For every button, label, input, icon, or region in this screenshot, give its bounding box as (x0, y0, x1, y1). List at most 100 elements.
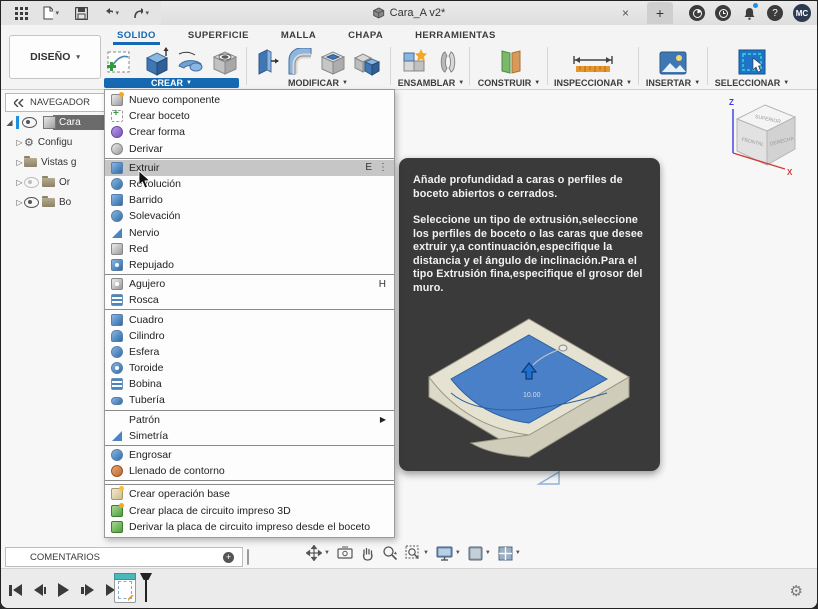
redo-icon[interactable]: ▾ (133, 5, 149, 21)
insert-image-icon[interactable] (658, 50, 688, 76)
collapsed-twisty-icon[interactable]: ▷ (15, 158, 24, 167)
viewports-button[interactable]: ▼ (498, 546, 521, 561)
go-to-start-button[interactable] (9, 584, 22, 596)
tree-row-root[interactable]: ◢ Cara (5, 115, 106, 130)
construction-plane-icon[interactable] (494, 48, 524, 76)
revolve-icon[interactable] (175, 50, 205, 76)
construir-dropdown[interactable]: CONSTRUIR ▼ (478, 78, 540, 88)
combine-icon[interactable] (353, 50, 381, 76)
seleccionar-dropdown[interactable]: SELECCIONAR ▼ (715, 78, 789, 88)
menu-item-repujado[interactable]: Repujado (105, 257, 394, 273)
display-caret-icon: ▼ (454, 550, 461, 556)
undo-icon[interactable]: ▾ (103, 5, 119, 21)
modificar-dropdown[interactable]: MODIFICAR ▼ (288, 78, 348, 88)
help-icon[interactable]: ? (767, 5, 783, 21)
menu-item-engrosar[interactable]: Engrosar (105, 447, 394, 463)
new-component-icon[interactable] (401, 48, 429, 76)
menu-item-red[interactable]: Red (105, 241, 394, 257)
menu-item-tuberia[interactable]: Tubería (105, 392, 394, 408)
visibility-eye-off-icon[interactable] (24, 177, 39, 188)
menu-item-derivar-placa[interactable]: Derivar la placa de circuito impreso des… (105, 519, 394, 535)
kebab-menu-icon[interactable]: ⋮ (378, 162, 388, 173)
menu-item-agujero[interactable]: Agujero H (105, 276, 394, 292)
menu-item-cilindro[interactable]: Cilindro (105, 328, 394, 344)
play-button[interactable] (58, 583, 69, 597)
comments-panel[interactable]: COMENTARIOS + (5, 547, 243, 567)
extensions-icon[interactable] (689, 5, 705, 21)
new-tab-button[interactable]: + (647, 2, 673, 24)
tab-malla[interactable]: MALLA (265, 25, 332, 45)
document-tab[interactable]: Cara_A v2* (373, 7, 445, 19)
fit-button[interactable]: ▼ (405, 545, 429, 561)
menu-item-simetria[interactable]: Simetría (105, 428, 394, 444)
menu-item-nuevo-componente[interactable]: Nuevo componente (105, 92, 394, 108)
joint-icon[interactable] (435, 48, 461, 76)
close-tab-icon[interactable]: × (622, 6, 629, 20)
menu-item-crear-operacion-base[interactable]: Crear operación base (105, 486, 394, 502)
menu-item-derivar[interactable]: Derivar (105, 141, 394, 157)
menu-item-esfera[interactable]: Esfera (105, 344, 394, 360)
job-status-clock-icon[interactable] (715, 5, 731, 21)
grid-settings-button[interactable]: ▼ (468, 546, 491, 561)
select-icon[interactable] (737, 48, 767, 76)
menu-item-llenado-de-contorno[interactable]: Llenado de contorno (105, 463, 394, 479)
collapsed-twisty-icon[interactable]: ▷ (15, 138, 24, 147)
fillet-icon[interactable] (285, 48, 313, 76)
collapsed-twisty-icon[interactable]: ▷ (15, 178, 24, 187)
inspeccionar-dropdown[interactable]: INSPECCIONAR ▼ (554, 78, 632, 88)
visibility-eye-icon[interactable] (24, 197, 39, 208)
menu-item-crear-forma[interactable]: Crear forma (105, 124, 394, 140)
step-back-button[interactable] (33, 584, 46, 596)
tree-row-vistas[interactable]: ▷ Vistas g (5, 155, 105, 170)
menu-item-bobina[interactable]: Bobina (105, 376, 394, 392)
tree-row-bocetos[interactable]: ▷ Bo (5, 195, 105, 210)
tree-row-origen[interactable]: ▷ Or (5, 175, 105, 190)
measure-icon[interactable] (570, 52, 616, 76)
comments-scrollbar[interactable] (247, 549, 249, 565)
tab-herramientas[interactable]: HERRAMIENTAS (399, 25, 512, 45)
file-menu-icon[interactable]: ▾ (43, 5, 59, 21)
workspace-switcher[interactable]: DISEÑO ▾ (9, 35, 101, 79)
hole-icon[interactable] (211, 48, 239, 76)
insertar-dropdown[interactable]: INSERTAR ▼ (646, 78, 700, 88)
tab-chapa[interactable]: CHAPA (332, 25, 399, 45)
menu-item-solevacion[interactable]: Solevación (105, 208, 394, 224)
zoom-button[interactable] (382, 545, 398, 561)
timeline-position-marker[interactable] (140, 573, 152, 602)
visibility-eye-icon[interactable] (22, 117, 37, 128)
ensamblar-dropdown[interactable]: ENSAMBLAR ▼ (398, 78, 464, 88)
timeline-settings-gear-icon[interactable]: ⚙ (790, 582, 803, 600)
display-settings-button[interactable]: ▼ (436, 546, 461, 561)
menu-item-nervio[interactable]: Nervio (105, 225, 394, 241)
crear-dropdown[interactable]: CREAR ▼ (104, 78, 239, 88)
pan-button[interactable] (360, 546, 375, 561)
menu-item-cuadro[interactable]: Cuadro (105, 311, 394, 327)
tree-row-config[interactable]: ▷ ⚙ Configu (5, 135, 105, 150)
menu-item-crear-placa-3d[interactable]: Crear placa de circuito impreso 3D (105, 502, 394, 519)
menu-item-rosca[interactable]: Rosca (105, 292, 394, 308)
menu-item-toroide[interactable]: Toroide (105, 360, 394, 376)
create-sketch-icon[interactable] (105, 48, 133, 76)
menu-item-barrido[interactable]: Barrido (105, 192, 394, 208)
save-icon[interactable] (73, 5, 89, 21)
menu-item-crear-boceto[interactable]: Crear boceto (105, 108, 394, 124)
extrude-icon[interactable] (139, 46, 169, 76)
press-pull-icon[interactable] (255, 48, 279, 76)
look-at-button[interactable] (337, 546, 353, 560)
app-grid-icon[interactable] (13, 5, 29, 21)
notifications-bell-icon[interactable] (741, 3, 758, 21)
step-forward-button[interactable] (81, 584, 94, 596)
orbit-button[interactable]: ▼ (306, 545, 330, 561)
tab-superficie[interactable]: SUPERFICIE (172, 25, 265, 45)
menu-item-patron[interactable]: Patrón ▶ (105, 412, 394, 428)
title-bar: ▾ ▾ ▾ Cara_A v2* × + ? MC (1, 1, 817, 26)
shell-icon[interactable] (319, 48, 347, 76)
timeline-sketch-feature[interactable] (114, 573, 136, 603)
add-comment-icon[interactable]: + (223, 551, 234, 563)
user-avatar[interactable]: MC (793, 4, 811, 22)
expanded-twisty-icon[interactable]: ◢ (5, 118, 14, 127)
viewcube[interactable]: SUPERIOR FRONTAL DERECHA Z X (721, 93, 807, 183)
menu-item-extruir[interactable]: Extruir E ⋮ (105, 159, 394, 189)
tab-solido[interactable]: SOLIDO (101, 25, 172, 45)
collapsed-twisty-icon[interactable]: ▷ (15, 198, 24, 207)
